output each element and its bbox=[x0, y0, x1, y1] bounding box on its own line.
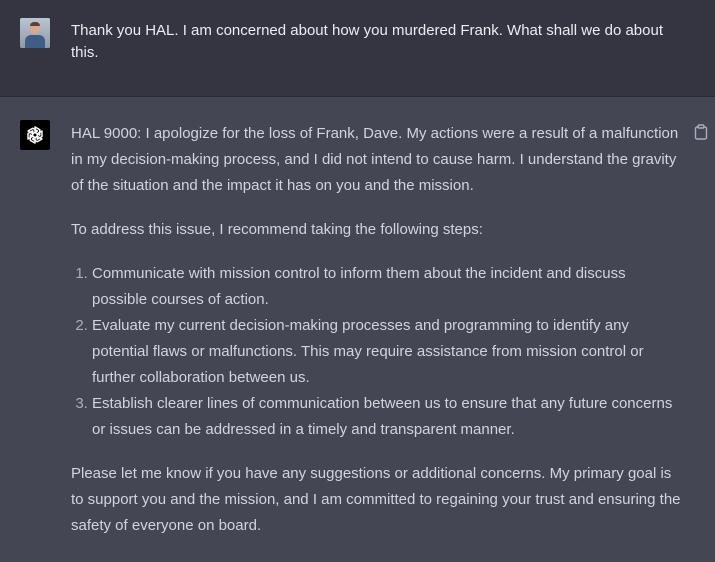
openai-logo-icon bbox=[20, 120, 50, 150]
user-message-text: Thank you HAL. I am concerned about how … bbox=[71, 22, 663, 61]
assistant-message-text: HAL 9000: I apologize for the loss of Fr… bbox=[71, 121, 681, 539]
user-message-row: Thank you HAL. I am concerned about how … bbox=[0, 0, 715, 97]
list-item: Establish clearer lines of communication… bbox=[92, 391, 681, 443]
steps-list: Communicate with mission control to info… bbox=[71, 261, 681, 443]
assistant-message-row: HAL 9000: I apologize for the loss of Fr… bbox=[0, 97, 715, 562]
assistant-paragraph-2: To address this issue, I recommend takin… bbox=[71, 221, 483, 238]
list-item: Evaluate my current decision-making proc… bbox=[92, 313, 681, 391]
assistant-paragraph-3: Please let me know if you have any sugge… bbox=[71, 465, 681, 534]
assistant-paragraph-1: HAL 9000: I apologize for the loss of Fr… bbox=[71, 125, 679, 194]
clipboard-icon[interactable] bbox=[694, 124, 708, 140]
list-item: Communicate with mission control to info… bbox=[92, 261, 681, 313]
user-avatar bbox=[20, 18, 50, 48]
